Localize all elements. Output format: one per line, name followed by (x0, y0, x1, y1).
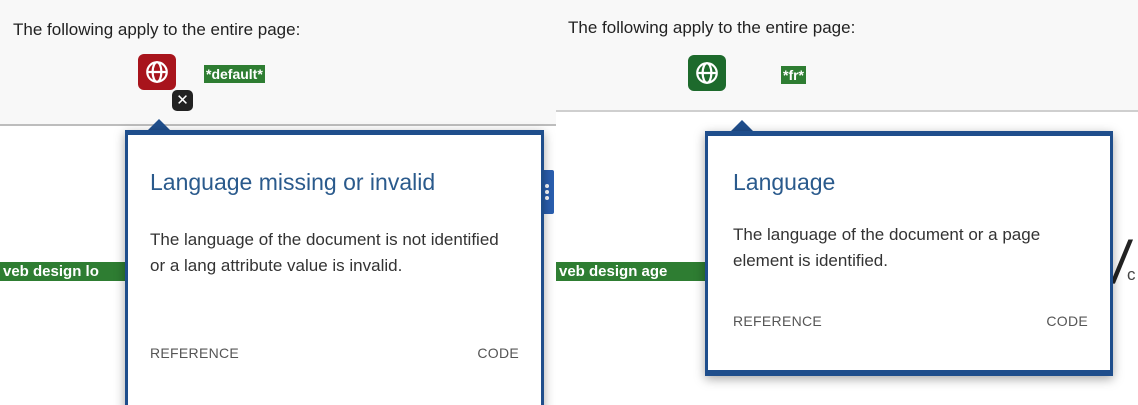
tooltip-language-missing: Language missing or invalid The language… (125, 130, 544, 405)
page-scope-text: The following apply to the entire page: (13, 20, 301, 39)
lang-value-tag: *default* (204, 65, 265, 83)
text-fragment: c (1127, 265, 1136, 284)
panel-language-error: The following apply to the entire page: … (0, 0, 556, 405)
close-icon: ✕ (172, 90, 193, 111)
page-scope-strip (556, 0, 1138, 112)
language-error-icon[interactable] (138, 54, 176, 90)
page-scope-text: The following apply to the entire page: (568, 18, 856, 37)
globe-icon (696, 62, 718, 84)
lang-value-tag: *fr* (781, 66, 807, 84)
tooltip-description: The language of the document or a page e… (733, 225, 1041, 270)
reference-link[interactable]: REFERENCE (150, 345, 239, 361)
page-text-snippet: veb design lo (0, 262, 133, 281)
code-link[interactable]: CODE (477, 345, 519, 361)
code-link[interactable]: CODE (1046, 313, 1088, 329)
globe-icon (146, 61, 168, 83)
tooltip-description: The language of the document is not iden… (150, 230, 499, 275)
tooltip-language: Language The language of the document or… (705, 131, 1113, 376)
reference-link[interactable]: REFERENCE (733, 313, 822, 329)
page-text-snippet: veb design age (556, 262, 712, 281)
page-scope-strip (0, 0, 556, 126)
tooltip-title: Language missing or invalid (150, 169, 436, 195)
language-ok-icon[interactable] (688, 55, 726, 91)
tooltip-title: Language (733, 169, 836, 195)
panel-language-ok: The following apply to the entire page: … (556, 0, 1138, 405)
